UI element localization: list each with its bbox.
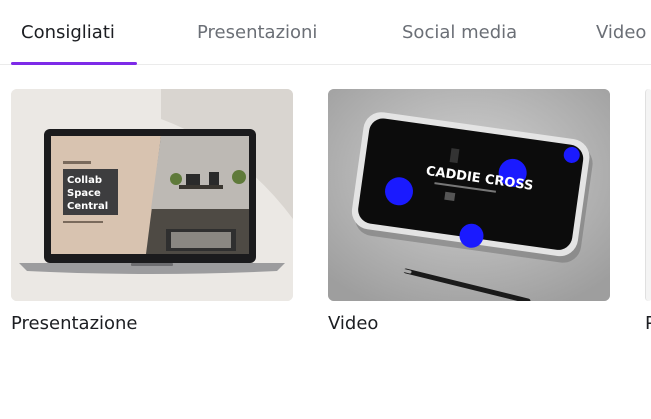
thumbnail-title-line-1: Collab: [67, 175, 102, 186]
template-card-partial[interactable]: [645, 89, 651, 301]
category-tabs: Consigliati Presentazioni Social media V…: [0, 0, 651, 66]
card-label-presentazione[interactable]: Presentazione: [11, 313, 138, 334]
presentation-thumbnail: Collab Space Central: [11, 89, 293, 301]
card-label-video[interactable]: Video: [328, 313, 378, 334]
video-thumbnail: CADDIE CROSS: [328, 89, 610, 301]
tab-social-media[interactable]: Social media: [402, 22, 517, 43]
template-card-presentazione[interactable]: Collab Space Central: [11, 89, 293, 301]
thumbnail-title-line-2: Space: [67, 188, 101, 199]
tab-consigliati[interactable]: Consigliati: [21, 22, 115, 43]
active-tab-indicator: [11, 62, 137, 65]
tab-video[interactable]: Video: [596, 22, 646, 43]
template-card-video[interactable]: CADDIE CROSS: [328, 89, 610, 301]
card-label-partial[interactable]: P: [645, 313, 651, 334]
thumbnail-title-line-3: Central: [67, 201, 108, 212]
tab-presentazioni[interactable]: Presentazioni: [197, 22, 317, 43]
